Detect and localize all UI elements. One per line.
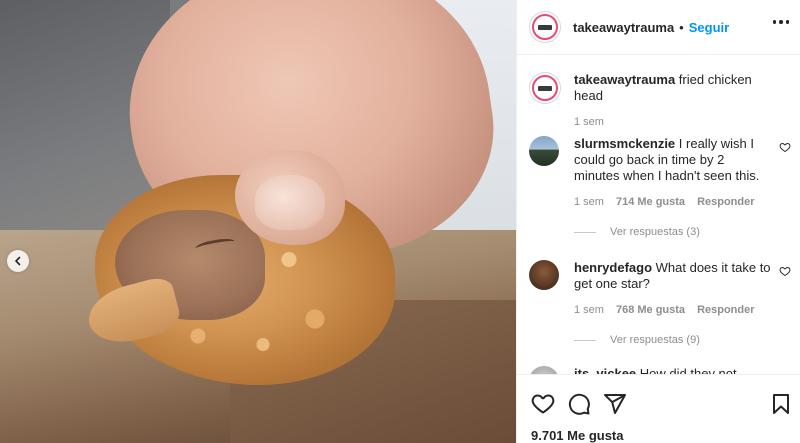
follow-button[interactable]: Seguir xyxy=(689,20,729,35)
avatar[interactable] xyxy=(529,366,559,374)
view-replies-button[interactable]: Ver respuestas (9) xyxy=(574,334,791,346)
send-icon[interactable] xyxy=(603,392,627,416)
bookmark-icon[interactable] xyxy=(769,392,793,416)
caption-text: takeawaytrauma fried chicken head xyxy=(574,72,773,104)
comment-meta: 1 sem 714 Me gusta Responder xyxy=(574,196,791,208)
more-options-icon[interactable] xyxy=(772,20,789,24)
send-icon-svg xyxy=(604,394,626,414)
comment-like-icon[interactable] xyxy=(779,141,791,153)
brand-logo-icon xyxy=(532,75,558,101)
header-username[interactable]: takeawaytrauma xyxy=(573,20,674,35)
comment-icon-svg xyxy=(568,393,590,415)
caption: takeawaytrauma fried chicken head 1 sem xyxy=(529,72,791,128)
replies-divider xyxy=(574,339,596,341)
heart-icon-svg xyxy=(531,394,555,414)
caption-meta: 1 sem xyxy=(574,116,791,128)
caption-time[interactable]: 1 sem xyxy=(574,116,604,128)
previous-image-button[interactable] xyxy=(7,250,29,272)
comment-username[interactable]: slurmsmckenzie xyxy=(574,136,675,151)
replies-divider xyxy=(574,231,596,233)
comment-item: slurmsmckenzie I really wish I could go … xyxy=(529,136,791,238)
comment-meta: 1 sem 768 Me gusta Responder xyxy=(574,304,791,316)
view-replies-label: Ver respuestas (9) xyxy=(610,334,700,346)
comment-item: henrydefago What does it take to get one… xyxy=(529,260,791,346)
avatar[interactable] xyxy=(529,11,561,43)
reply-button[interactable]: Responder xyxy=(697,196,754,208)
avatar[interactable] xyxy=(529,260,559,290)
comment-text: slurmsmckenzie I really wish I could go … xyxy=(574,136,773,184)
view-replies-button[interactable]: Ver respuestas (3) xyxy=(574,226,791,238)
comment-like-icon[interactable] xyxy=(779,265,791,277)
comment-time[interactable]: 1 sem xyxy=(574,196,604,208)
action-icons xyxy=(531,392,627,416)
header-separator: • xyxy=(679,19,684,35)
caption-avatar[interactable] xyxy=(529,72,561,104)
heart-icon[interactable] xyxy=(531,392,555,416)
comment-username[interactable]: henrydefago xyxy=(574,260,652,275)
likes-count[interactable]: 9.701 Me gusta xyxy=(531,428,624,443)
post-header: takeawaytrauma • Seguir xyxy=(517,0,800,55)
avatar[interactable] xyxy=(529,136,559,166)
photo-thumbnail-nail xyxy=(255,175,325,230)
chevron-left-icon xyxy=(15,256,21,266)
comment-likes[interactable]: 714 Me gusta xyxy=(616,196,685,208)
comment-username[interactable]: its_vickee xyxy=(574,366,636,374)
caption-username[interactable]: takeawaytrauma xyxy=(574,72,675,87)
post-actions: 9.701 Me gusta xyxy=(517,374,800,443)
comment-text: its_vickee How did they not notice xyxy=(574,366,773,374)
comments-list[interactable]: takeawaytrauma fried chicken head 1 sem … xyxy=(517,56,800,374)
comment-item: its_vickee How did they not notice xyxy=(529,366,791,374)
comment-likes[interactable]: 768 Me gusta xyxy=(616,304,685,316)
view-replies-label: Ver respuestas (3) xyxy=(610,226,700,238)
comment-time[interactable]: 1 sem xyxy=(574,304,604,316)
post-sidebar: takeawaytrauma • Seguir takeawaytrauma f… xyxy=(516,0,800,443)
post-image[interactable] xyxy=(0,0,516,443)
bookmark-icon-svg xyxy=(773,394,789,414)
comment-icon[interactable] xyxy=(567,392,591,416)
brand-logo-icon xyxy=(532,14,558,40)
reply-button[interactable]: Responder xyxy=(697,304,754,316)
comment-text: henrydefago What does it take to get one… xyxy=(574,260,773,292)
